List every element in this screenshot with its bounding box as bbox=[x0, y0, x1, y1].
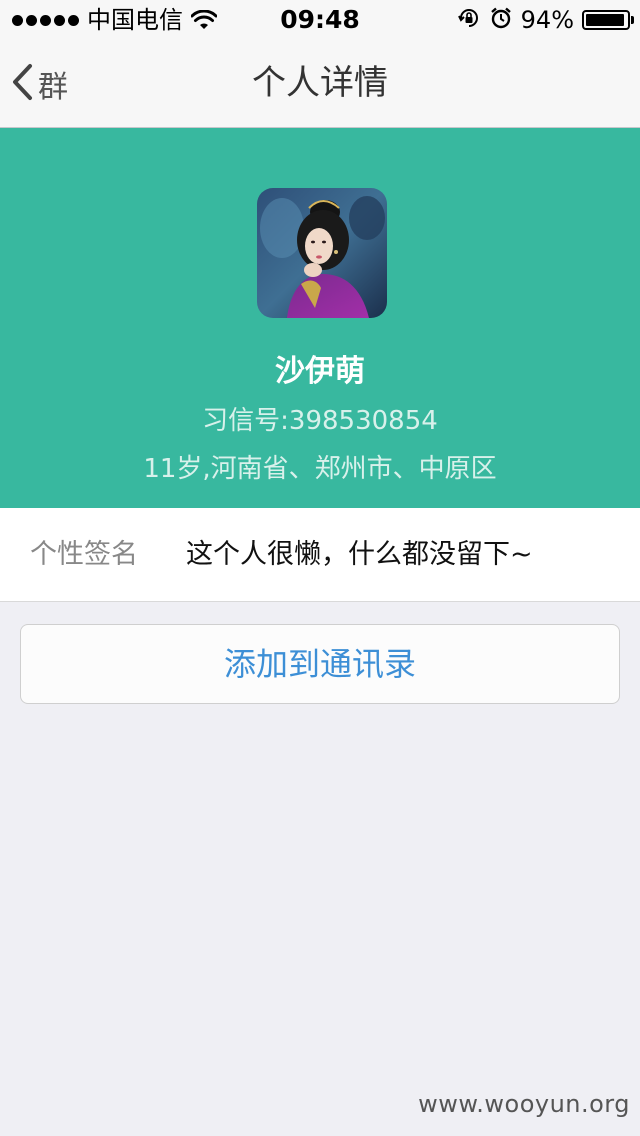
back-button-label: 群 bbox=[38, 70, 68, 105]
alarm-icon bbox=[489, 6, 513, 34]
watermark: www.wooyun.org bbox=[418, 1090, 630, 1118]
status-bar-right: 94% bbox=[457, 0, 634, 40]
profile-account-id: 习信号:398530854 bbox=[202, 406, 438, 436]
rotation-lock-icon bbox=[457, 6, 481, 34]
page-title: 个人详情 bbox=[252, 63, 388, 103]
status-bar: 中国电信 09:48 94% bbox=[0, 0, 640, 40]
signature-label: 个性签名 bbox=[30, 539, 138, 570]
profile-location: 11岁,河南省、郑州市、中原区 bbox=[143, 454, 497, 484]
signature-value: 这个人很懒，什么都没留下~ bbox=[186, 539, 533, 570]
avatar[interactable] bbox=[257, 188, 387, 318]
back-button[interactable]: 群 bbox=[10, 62, 68, 106]
chevron-left-icon bbox=[10, 62, 34, 106]
battery-percent: 94% bbox=[520, 6, 574, 34]
battery-icon bbox=[582, 10, 634, 30]
profile-header: 沙伊萌 习信号:398530854 11岁,河南省、郑州市、中原区 bbox=[0, 128, 640, 508]
signature-row: 个性签名 这个人很懒，什么都没留下~ bbox=[0, 508, 640, 602]
add-to-contacts-button[interactable]: 添加到通讯录 bbox=[20, 624, 620, 704]
navigation-bar: 个人详情 群 bbox=[0, 40, 640, 128]
profile-name: 沙伊萌 bbox=[275, 354, 365, 389]
